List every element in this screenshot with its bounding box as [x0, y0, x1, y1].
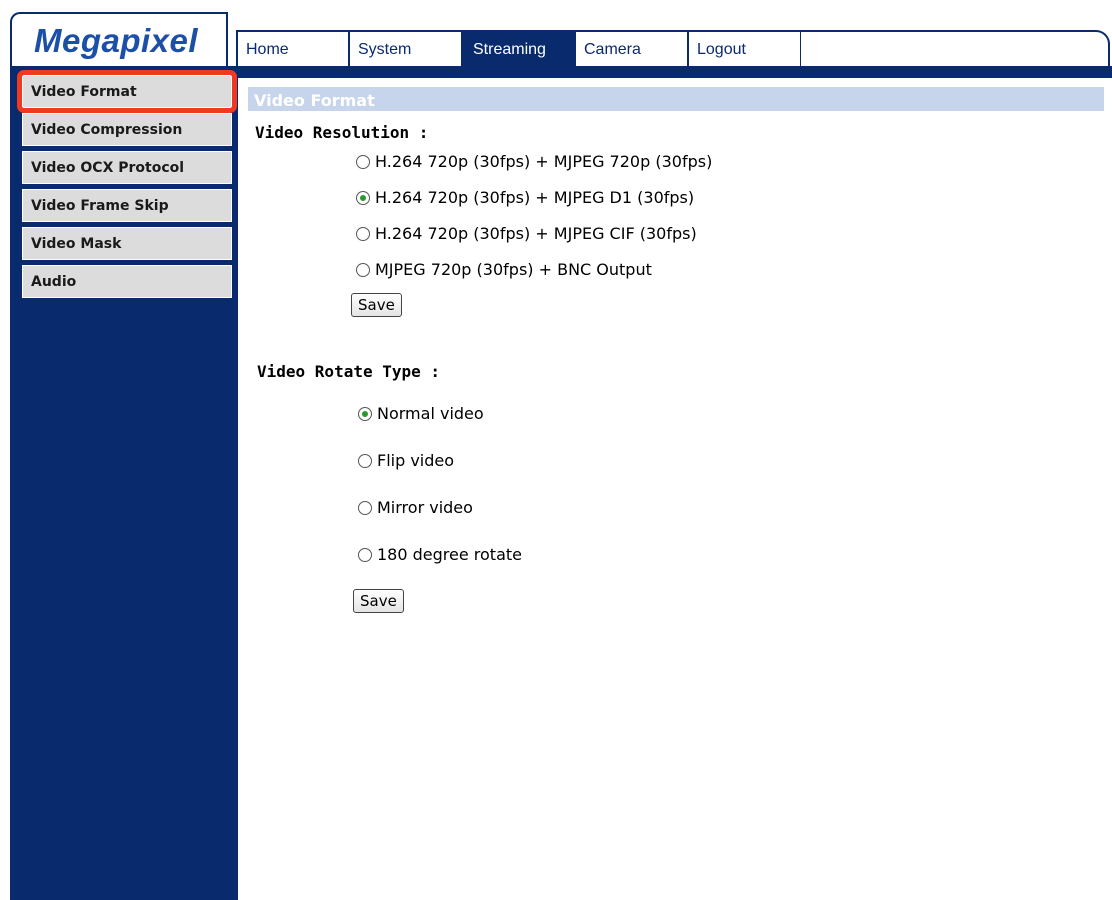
rotate-option-mirror[interactable]: Mirror video: [358, 498, 473, 517]
radio-icon[interactable]: [356, 226, 370, 241]
resolution-option-1[interactable]: H.264 720p (30fps) + MJPEG 720p (30fps): [356, 152, 712, 171]
nav-system[interactable]: System: [349, 32, 462, 66]
radio-checked-icon[interactable]: [358, 406, 372, 421]
rotate-option-label: Flip video: [377, 451, 455, 470]
nav-camera[interactable]: Camera: [575, 32, 688, 66]
video-rotate-label: Video Rotate Type :: [257, 362, 441, 381]
sidebar-item-video-mask[interactable]: Video Mask: [22, 227, 232, 260]
sidebar-item-video-compression[interactable]: Video Compression: [22, 113, 232, 146]
rotate-option-flip[interactable]: Flip video: [358, 451, 454, 470]
rotate-option-normal[interactable]: Normal video: [358, 404, 484, 423]
nav-streaming[interactable]: Streaming: [462, 32, 575, 66]
rotate-option-180[interactable]: 180 degree rotate: [358, 545, 522, 564]
radio-icon[interactable]: [356, 262, 370, 277]
rotate-option-label: 180 degree rotate: [377, 545, 522, 564]
sidebar-item-video-ocx-protocol[interactable]: Video OCX Protocol: [22, 151, 232, 184]
page-title: Video Format: [248, 87, 1104, 111]
nav-logout[interactable]: Logout: [688, 32, 801, 66]
radio-icon[interactable]: [358, 500, 372, 515]
save-resolution-button[interactable]: Save: [351, 293, 402, 317]
resolution-option-label: H.264 720p (30fps) + MJPEG 720p (30fps): [375, 152, 713, 171]
top-nav: Home System Streaming Camera Logout: [236, 30, 1110, 66]
resolution-option-2[interactable]: H.264 720p (30fps) + MJPEG D1 (30fps): [356, 188, 694, 207]
radio-icon[interactable]: [358, 453, 372, 468]
rotate-option-label: Normal video: [377, 404, 484, 423]
video-resolution-label: Video Resolution :: [255, 123, 429, 142]
nav-home[interactable]: Home: [236, 32, 349, 66]
radio-icon[interactable]: [358, 547, 372, 562]
radio-icon[interactable]: [356, 154, 370, 169]
sidebar-item-video-format[interactable]: Video Format: [17, 70, 237, 113]
resolution-option-4[interactable]: MJPEG 720p (30fps) + BNC Output: [356, 260, 652, 279]
radio-checked-icon[interactable]: [356, 190, 370, 205]
sidebar-item-video-frame-skip[interactable]: Video Frame Skip: [22, 189, 232, 222]
brand-logo: Megapixel: [34, 22, 199, 59]
resolution-option-3[interactable]: H.264 720p (30fps) + MJPEG CIF (30fps): [356, 224, 697, 243]
save-rotate-button[interactable]: Save: [353, 589, 404, 613]
resolution-option-label: H.264 720p (30fps) + MJPEG D1 (30fps): [375, 188, 695, 207]
rotate-option-label: Mirror video: [377, 498, 473, 517]
resolution-option-label: MJPEG 720p (30fps) + BNC Output: [375, 260, 652, 279]
sidebar-item-audio[interactable]: Audio: [22, 265, 232, 298]
resolution-option-label: H.264 720p (30fps) + MJPEG CIF (30fps): [375, 224, 697, 243]
